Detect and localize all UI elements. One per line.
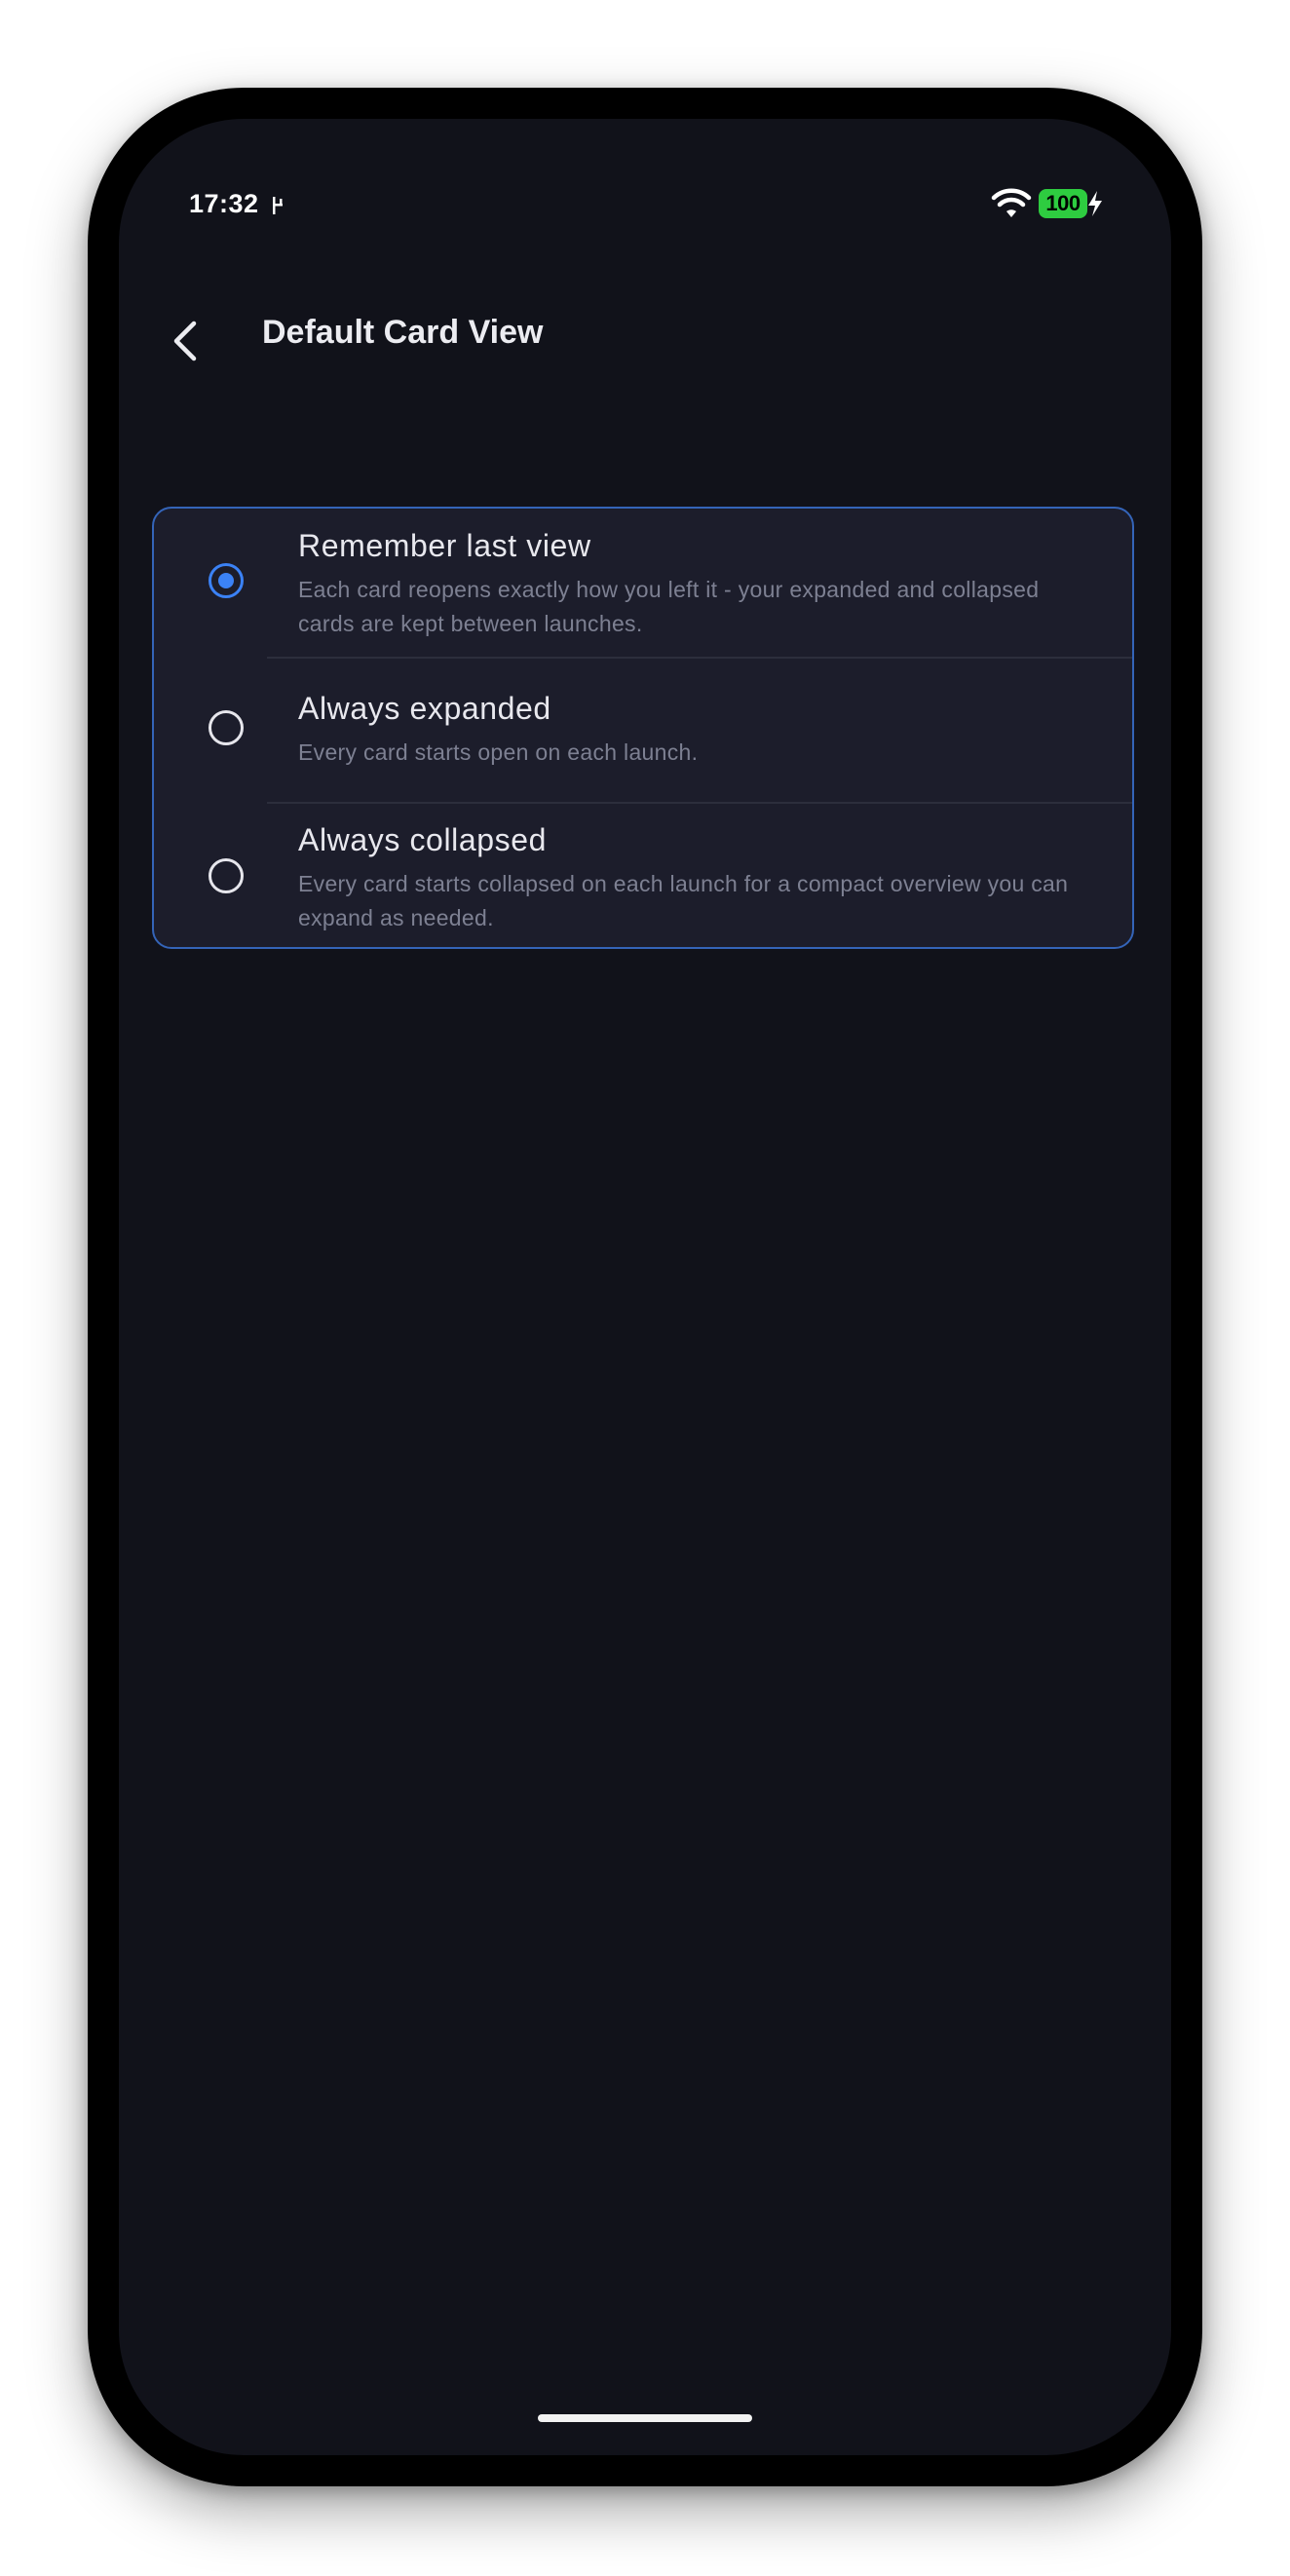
status-time: 17:32 — [189, 189, 259, 218]
option-always-expanded[interactable]: Always expanded Every card starts open o… — [154, 658, 1132, 803]
wifi-icon — [991, 188, 1032, 217]
app-screen: 17:32 100 Default Card View Remember las… — [119, 119, 1171, 2455]
option-title: Always expanded — [298, 691, 551, 726]
option-description: Every card starts collapsed on each laun… — [298, 871, 1069, 930]
option-title: Remember last view — [298, 528, 591, 563]
radio-unselected-icon[interactable] — [209, 858, 244, 893]
device-frame: 17:32 100 Default Card View Remember las… — [88, 88, 1202, 2486]
notification-icon — [273, 197, 283, 214]
radio-unselected-icon[interactable] — [209, 710, 244, 745]
radio-selected-icon[interactable] — [209, 563, 244, 598]
battery-indicator: 100 — [1039, 189, 1087, 218]
option-description: Each card reopens exactly how you left i… — [298, 577, 1040, 636]
option-title: Always collapsed — [298, 822, 548, 857]
card-view-options: Remember last view Each card reopens exa… — [152, 507, 1134, 949]
option-always-collapsed[interactable]: Always collapsed Every card starts colla… — [154, 803, 1132, 947]
home-indicator[interactable] — [538, 2414, 752, 2422]
option-remember-last-view[interactable]: Remember last view Each card reopens exa… — [154, 509, 1132, 658]
back-button[interactable] — [138, 294, 232, 388]
chevron-left-icon — [173, 321, 197, 361]
page-title: Default Card View — [262, 314, 544, 351]
charging-bolt-icon — [1088, 191, 1102, 216]
option-description: Every card starts open on each launch. — [298, 739, 699, 765]
